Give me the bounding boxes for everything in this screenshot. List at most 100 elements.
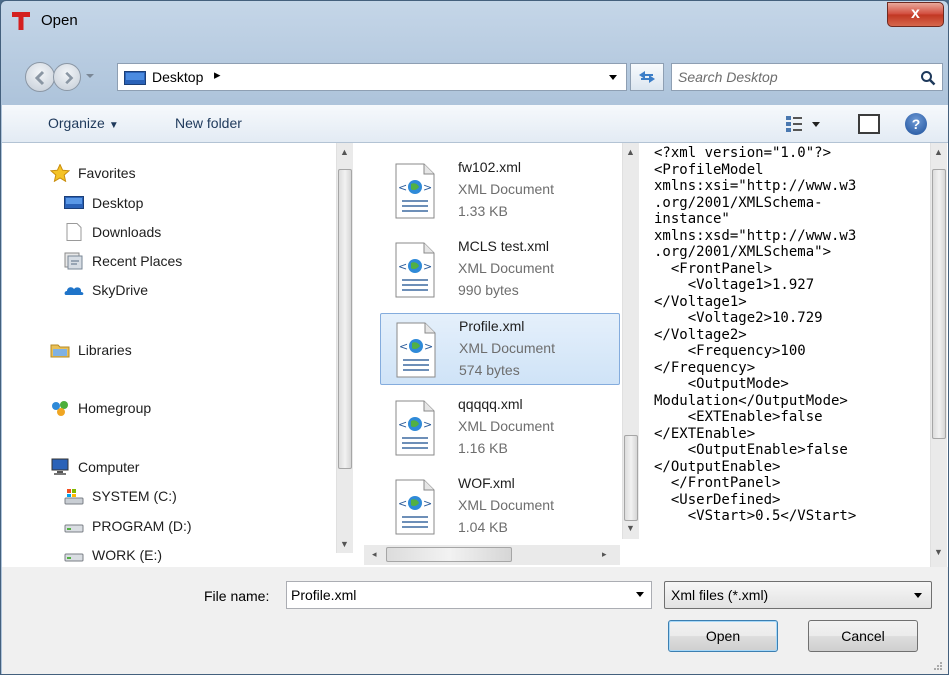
recent-pages-chevron-icon[interactable] (85, 71, 95, 81)
file-size: 574 bytes (459, 362, 520, 378)
scroll-up-icon[interactable]: ▲ (626, 147, 635, 157)
file-item-wof[interactable]: < > WOF.xml XML Document 1.04 KB (380, 471, 620, 543)
back-button[interactable] (25, 62, 55, 92)
address-bar[interactable]: Desktop ▸ (117, 63, 627, 91)
skydrive-icon (64, 287, 84, 295)
search-input[interactable] (678, 68, 908, 86)
refresh-button[interactable] (630, 63, 664, 91)
file-list: < > fw102.xml XML Document 1.33 KB < > M… (380, 143, 628, 567)
search-icon[interactable] (920, 70, 936, 86)
svg-text:>: > (423, 181, 432, 194)
scroll-down-icon[interactable]: ▼ (340, 539, 349, 549)
file-name: Profile.xml (459, 318, 525, 334)
resize-grip-icon[interactable] (932, 660, 942, 670)
file-name: fw102.xml (458, 159, 522, 175)
nav-label: SkyDrive (92, 282, 149, 298)
nav-scroll-thumb[interactable] (338, 169, 352, 469)
svg-text:<: < (398, 497, 407, 510)
file-name: MCLS test.xml (458, 238, 550, 254)
change-view-icon[interactable] (782, 113, 822, 135)
file-item-profile[interactable]: < > Profile.xml XML Document 574 bytes (380, 313, 620, 385)
dialog-footer: File name: Xml files (*.xml) Open Cancel (2, 567, 948, 674)
file-name-label: File name: (204, 588, 270, 604)
preview-pane-toggle-icon[interactable] (858, 114, 880, 134)
nav-label: Downloads (92, 224, 162, 240)
file-list-scroll-thumb[interactable] (624, 435, 638, 521)
horizontal-scroll-thumb[interactable] (386, 547, 512, 562)
svg-text:<: < (398, 181, 407, 194)
address-location[interactable]: Desktop (152, 69, 203, 85)
scroll-down-icon[interactable]: ▼ (626, 523, 635, 533)
desktop-location-icon (124, 71, 146, 85)
help-icon[interactable]: ? (905, 113, 927, 135)
file-type: XML Document (458, 418, 554, 434)
file-name: qqqqq.xml (458, 396, 523, 412)
new-folder-button[interactable]: New folder (175, 115, 242, 131)
organize-button[interactable]: Organize ▼ (48, 115, 119, 131)
file-name-combobox[interactable] (286, 581, 652, 609)
forward-button[interactable] (53, 63, 81, 91)
file-list-scrollbar[interactable]: ▲ ▼ (622, 143, 639, 539)
drive-icon (64, 524, 84, 533)
address-row: Desktop ▸ (1, 59, 948, 95)
svg-text:<: < (399, 340, 408, 353)
file-size: 1.04 KB (458, 519, 508, 535)
svg-text:>: > (424, 340, 433, 353)
svg-text:>: > (423, 418, 432, 431)
scroll-right-icon[interactable]: ▸ (602, 549, 607, 560)
forward-arrow-icon (65, 71, 74, 85)
cancel-button[interactable]: Cancel (808, 620, 918, 652)
file-name-dropdown-icon[interactable] (635, 591, 645, 599)
organize-dropdown-icon: ▼ (108, 120, 119, 131)
scroll-up-icon[interactable]: ▲ (340, 147, 349, 157)
xml-document-icon: < > (395, 163, 435, 219)
file-type-selected: Xml files (*.xml) (671, 587, 769, 603)
scroll-left-icon[interactable]: ◂ (372, 549, 377, 560)
close-icon: x (911, 5, 920, 22)
navigation-pane: Favorites Desktop Downloads Recent Place… (2, 143, 360, 567)
xml-document-icon: < > (395, 242, 435, 298)
command-toolbar: Organize ▼ New folder ? (2, 105, 948, 143)
nav-label: WORK (E:) (92, 547, 162, 563)
star-icon (50, 164, 70, 182)
svg-text:<: < (398, 260, 407, 273)
file-item-mcls-test[interactable]: < > MCLS test.xml XML Document 990 bytes (380, 234, 620, 306)
preview-scroll-thumb[interactable] (932, 169, 946, 439)
search-box[interactable] (671, 63, 943, 91)
open-button[interactable]: Open (668, 620, 778, 652)
file-name-input[interactable] (291, 586, 621, 604)
file-name: WOF.xml (458, 475, 515, 491)
nav-label: Favorites (78, 165, 136, 181)
file-size: 1.16 KB (458, 440, 508, 456)
address-dropdown-icon[interactable] (608, 74, 618, 82)
file-size: 990 bytes (458, 282, 519, 298)
preview-scrollbar[interactable]: ▲ ▼ (930, 143, 947, 567)
window-title: Open (41, 12, 78, 29)
breadcrumb-arrow-icon[interactable]: ▸ (214, 67, 221, 83)
title-bar[interactable]: Open x (1, 1, 948, 39)
homegroup-icon (52, 401, 68, 416)
back-arrow-icon (34, 70, 45, 86)
nav-label: SYSTEM (C:) (92, 488, 177, 504)
nav-label: Homegroup (78, 400, 152, 416)
scroll-up-icon[interactable]: ▲ (934, 147, 943, 157)
desktop-icon (64, 196, 84, 209)
svg-text:<: < (398, 418, 407, 431)
libraries-icon (50, 344, 70, 358)
scroll-down-icon[interactable]: ▼ (934, 547, 943, 557)
file-item-qqqqq[interactable]: < > qqqqq.xml XML Document 1.16 KB (380, 392, 620, 464)
file-type-dropdown-icon (914, 593, 922, 598)
file-type-select[interactable]: Xml files (*.xml) (664, 581, 932, 609)
file-item-fw102[interactable]: < > fw102.xml XML Document 1.33 KB (380, 155, 620, 227)
close-button[interactable]: x (887, 2, 944, 27)
file-list-horizontal-scrollbar[interactable]: ◂ ▸ (364, 545, 620, 565)
xml-document-icon: < > (395, 479, 435, 535)
file-type: XML Document (458, 497, 554, 513)
organize-label: Organize (48, 115, 105, 131)
file-type: XML Document (458, 181, 554, 197)
nav-scrollbar[interactable]: ▲ ▼ (336, 143, 353, 553)
downloads-icon (66, 223, 82, 241)
nav-label: Libraries (78, 342, 132, 358)
system-drive-icon (64, 489, 84, 505)
preview-pane-text: <?xml version="1.0"?> <ProfileModel xmln… (654, 145, 857, 524)
